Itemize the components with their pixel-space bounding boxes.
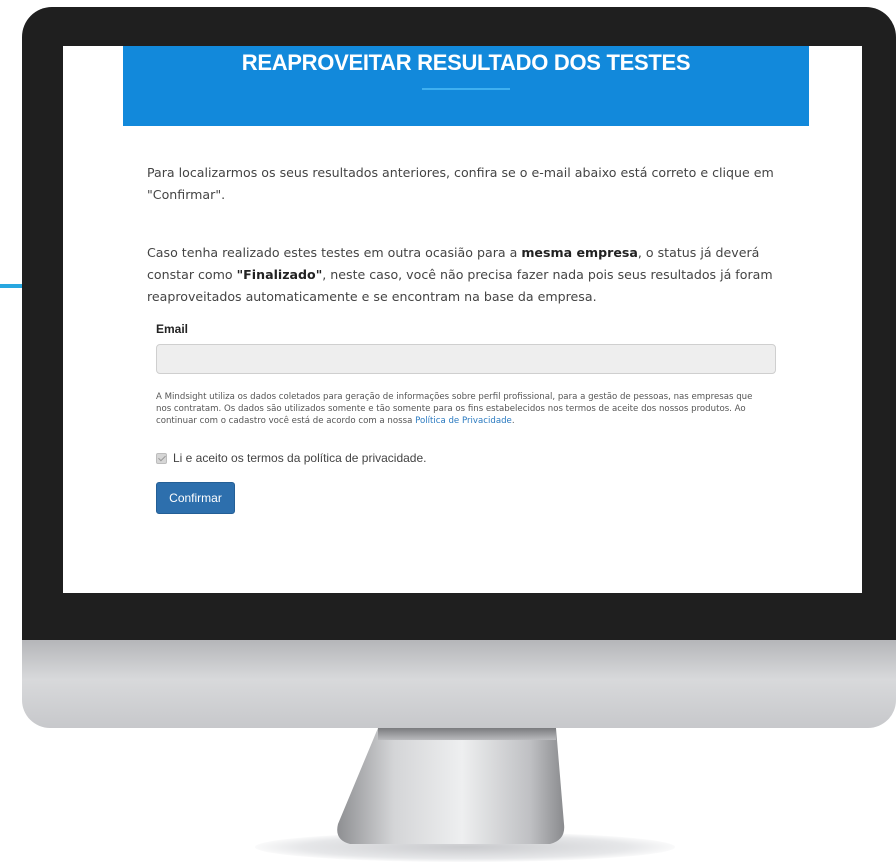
monitor-screen: REAPROVEITAR RESULTADO DOS TESTES Para l… (63, 46, 862, 593)
consent-label[interactable]: Li e aceito os termos da política de pri… (173, 451, 426, 465)
consent-row[interactable]: Li e aceito os termos da política de pri… (156, 451, 426, 465)
notice-bold-company: mesma empresa (521, 245, 638, 260)
page-title: REAPROVEITAR RESULTADO DOS TESTES (241, 50, 691, 75)
title-underline (422, 88, 510, 90)
notice-text-1: Caso tenha realizado estes testes em out… (147, 245, 522, 260)
monitor-stand (337, 728, 565, 844)
notice-paragraph: Caso tenha realizado estes testes em out… (147, 242, 777, 308)
email-field[interactable] (156, 344, 776, 374)
consent-checkbox[interactable] (156, 452, 167, 464)
privacy-notice-suffix: . (511, 416, 515, 426)
notice-bold-status: "Finalizado" (236, 267, 323, 282)
privacy-policy-link[interactable]: Política de Privacidade (415, 416, 512, 426)
privacy-notice: A Mindsight utiliza os dados coletados p… (156, 391, 756, 427)
email-label: Email (156, 322, 189, 336)
page-header-banner: REAPROVEITAR RESULTADO DOS TESTES (123, 46, 809, 126)
intro-paragraph: Para localizarmos os seus resultados ant… (147, 165, 774, 202)
confirm-button[interactable]: Confirmar (156, 482, 235, 514)
monitor-chin (22, 640, 896, 728)
